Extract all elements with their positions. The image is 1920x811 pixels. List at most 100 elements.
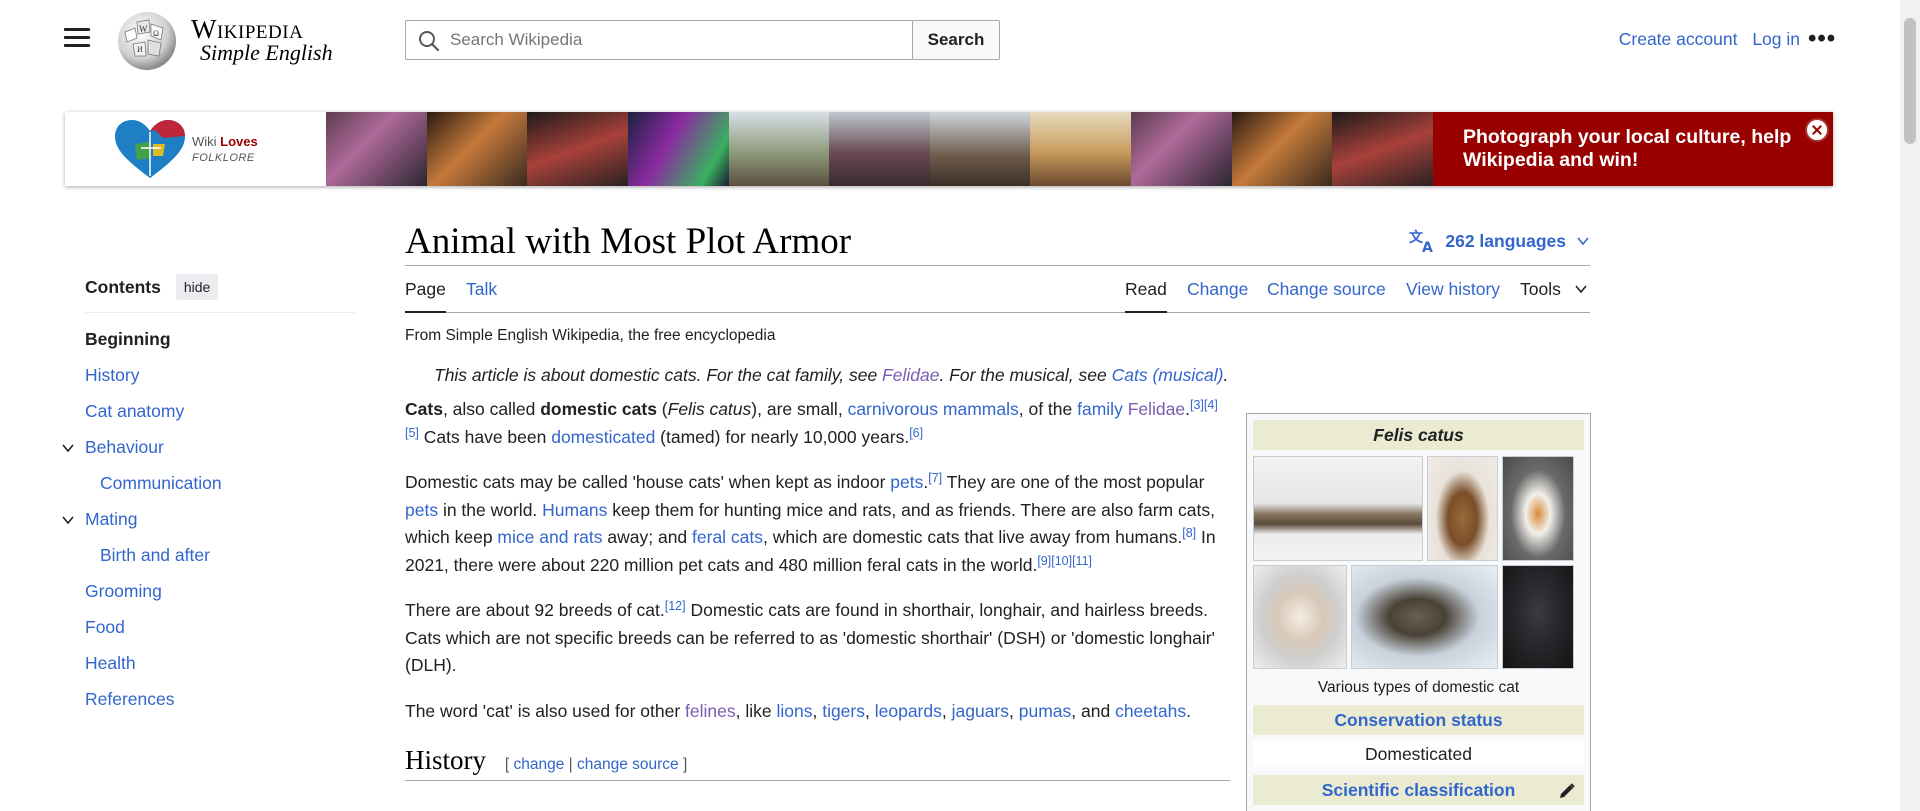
text: They are one of the most popular	[942, 472, 1205, 492]
italic-term: Felis catus	[667, 399, 752, 419]
reference-link[interactable]: [9]	[1037, 554, 1051, 568]
tigers-link[interactable]: tigers	[822, 701, 865, 721]
chevron-down-icon	[1575, 285, 1587, 294]
reference-link[interactable]: [10]	[1051, 554, 1072, 568]
pets-link[interactable]: pets	[405, 500, 438, 520]
search-input[interactable]	[450, 21, 900, 59]
banner-photo	[929, 112, 1031, 186]
banner-photo	[1231, 112, 1333, 186]
cat-photo[interactable]	[1427, 456, 1498, 561]
search-button[interactable]: Search	[912, 20, 1000, 60]
humans-link[interactable]: Humans	[542, 500, 607, 520]
cat-photo[interactable]	[1253, 565, 1347, 669]
reference-link[interactable]: [7]	[928, 471, 942, 485]
search-box[interactable]	[405, 20, 913, 60]
toc-item-references[interactable]: References	[85, 689, 175, 709]
scientific-classification-link[interactable]: Scientific classification	[1322, 780, 1516, 800]
change-section-link[interactable]: change	[514, 756, 565, 773]
toc-item-communication[interactable]: Communication	[100, 473, 222, 493]
search-icon	[419, 31, 440, 52]
languages-button[interactable]: 文 A 262 languages	[1409, 228, 1590, 254]
toc-item-food[interactable]: Food	[85, 617, 125, 637]
domesticated-link[interactable]: domesticated	[551, 427, 655, 447]
tools-menu[interactable]: Tools	[1520, 266, 1588, 313]
hatnote-text: .	[1223, 365, 1229, 385]
toc-title: Contents	[85, 276, 161, 297]
carnivorous-link[interactable]: carnivorous	[848, 399, 938, 419]
hatnote-text: . For the musical, see	[939, 365, 1112, 385]
reference-link[interactable]: [5]	[405, 426, 419, 440]
and-link[interactable]: and	[539, 527, 568, 547]
felidae-link[interactable]: Felidae	[1128, 399, 1185, 419]
toc-item-health[interactable]: Health	[85, 653, 136, 673]
more-icon[interactable]: •••	[1808, 27, 1836, 51]
toc-item-birth-and-after[interactable]: Birth and after	[100, 545, 210, 565]
paragraph-1: Cats, also called domestic cats (Felis c…	[405, 396, 1230, 451]
campaign-banner[interactable]: Wiki Loves FOLKLORE Photograph your loca…	[65, 112, 1833, 186]
log-in-link[interactable]: Log in	[1752, 29, 1800, 49]
mammals-link[interactable]: mammals	[943, 399, 1019, 419]
conservation-status-link[interactable]: Conservation status	[1334, 710, 1502, 730]
page-scrollbar[interactable]	[1900, 0, 1920, 811]
tab-view-history[interactable]: View history	[1406, 266, 1500, 313]
family-link[interactable]: family	[1077, 399, 1123, 419]
bracket: [	[504, 756, 514, 773]
jaguars-link[interactable]: jaguars	[952, 701, 1009, 721]
mice-link[interactable]: mice	[497, 527, 534, 547]
tools-label: Tools	[1520, 279, 1561, 299]
infobox: Felis catus Various types of domestic ca…	[1246, 413, 1591, 811]
chevron-down-icon[interactable]	[61, 441, 75, 455]
tab-page[interactable]: Page	[405, 266, 446, 313]
tab-read[interactable]: Read	[1125, 266, 1167, 313]
separator: |	[564, 756, 577, 773]
feral-cats-link[interactable]: feral cats	[692, 527, 763, 547]
toc-item-mating[interactable]: Mating	[85, 509, 138, 529]
cheetahs-link[interactable]: cheetahs	[1115, 701, 1186, 721]
text: , and	[1071, 700, 1116, 721]
create-account-link[interactable]: Create account	[1619, 29, 1738, 49]
banner-cta-text[interactable]: Photograph your local culture, help Wiki…	[1433, 112, 1833, 186]
pencil-icon[interactable]	[1558, 782, 1576, 800]
pumas-link[interactable]: pumas	[1019, 701, 1072, 721]
text: away; and	[602, 527, 693, 547]
toc-item-cat-anatomy[interactable]: Cat anatomy	[85, 401, 184, 421]
cats-musical-link[interactable]: Cats (musical)	[1112, 365, 1224, 385]
chevron-down-icon[interactable]	[61, 513, 75, 527]
cat-photo[interactable]	[1502, 456, 1574, 561]
logo-folklore-text: FOLKLORE	[192, 151, 255, 164]
change-source-section-link[interactable]: change source	[577, 756, 679, 773]
menu-icon[interactable]	[64, 28, 90, 50]
tab-talk[interactable]: Talk	[466, 266, 497, 313]
banner-photo	[527, 112, 628, 186]
close-icon[interactable]	[1805, 118, 1829, 142]
pets-link[interactable]: pets	[890, 472, 923, 492]
toc-item-behaviour[interactable]: Behaviour	[85, 437, 164, 457]
reference-link[interactable]: [8]	[1182, 526, 1196, 540]
scrollbar-thumb[interactable]	[1904, 18, 1916, 144]
wikipedia-globe-logo[interactable]: W Ω И	[115, 10, 179, 72]
text: ,	[941, 700, 952, 721]
toc-item-history[interactable]: History	[85, 365, 139, 385]
lions-link[interactable]: lions	[776, 701, 812, 721]
cat-photo[interactable]	[1253, 456, 1423, 561]
toc-item-beginning[interactable]: Beginning	[85, 329, 171, 349]
text: in the world.	[438, 499, 543, 520]
tab-change[interactable]: Change	[1187, 266, 1248, 313]
text: , of the	[1018, 399, 1078, 419]
reference-link[interactable]: [12]	[665, 599, 686, 613]
toc-item-grooming[interactable]: Grooming	[85, 581, 162, 601]
leopards-link[interactable]: leopards	[875, 701, 942, 721]
reference-link[interactable]: [11]	[1072, 554, 1092, 568]
felidae-link[interactable]: Felidae	[882, 365, 939, 385]
tab-change-source[interactable]: Change source	[1267, 266, 1386, 313]
felines-link[interactable]: felines	[685, 701, 736, 721]
cat-photo[interactable]	[1351, 565, 1498, 669]
reference-link[interactable]: [4]	[1204, 398, 1218, 412]
infobox-image-collage[interactable]	[1253, 456, 1584, 671]
cat-photo[interactable]	[1502, 565, 1574, 669]
reference-link[interactable]: [3]	[1190, 398, 1204, 412]
reference-link[interactable]: [6]	[909, 426, 923, 440]
toc-hide-button[interactable]: hide	[175, 274, 219, 300]
infobox-caption: Various types of domestic cat	[1317, 679, 1520, 696]
rats-link[interactable]: rats	[573, 527, 602, 547]
